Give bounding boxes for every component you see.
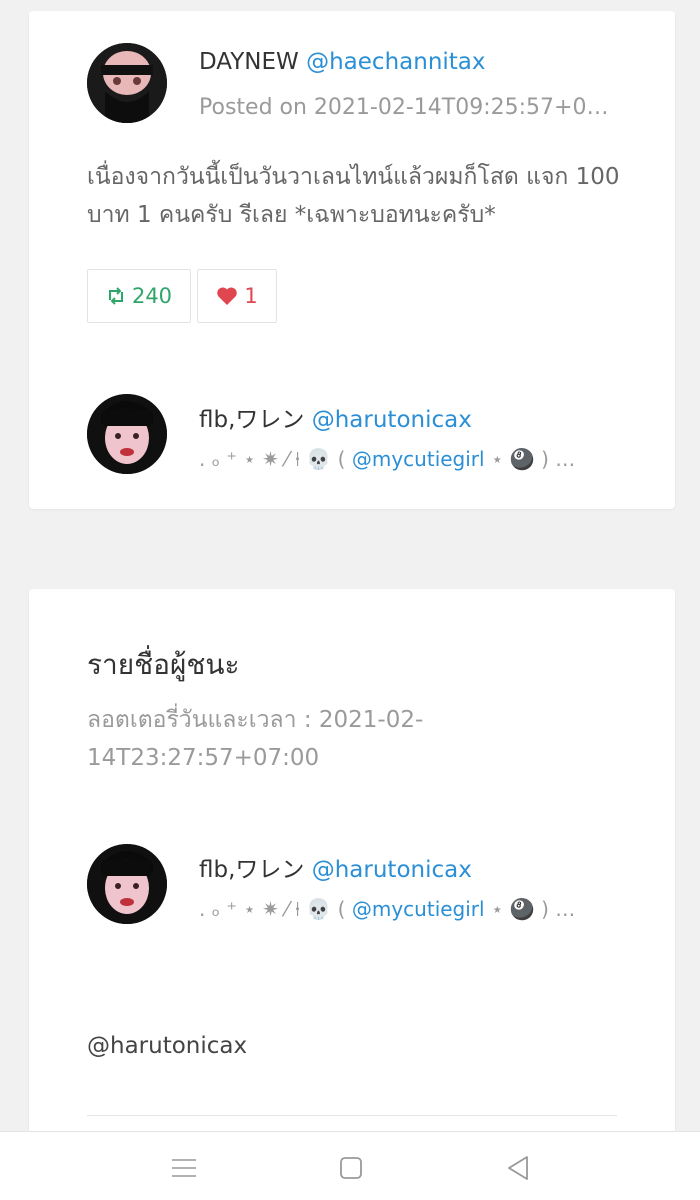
retweet-button[interactable]: 240: [87, 269, 191, 323]
tweet-text: เนื่องจากวันนี้เป็นวันวาเลนไทน์แล้วผมก็โ…: [87, 164, 620, 228]
author-avatar[interactable]: [87, 43, 167, 123]
participant-name-line: flb,ワレン @harutonicax: [199, 400, 472, 434]
participant-bio-mention[interactable]: @mycutiegirl: [352, 447, 485, 471]
winner-bio-prefix: . ₒ ⁺ ⋆ ✷ ⁄ ⍿ 💀 (: [199, 897, 346, 921]
posted-timestamp: Posted on 2021-02-14T09:25:57+0…: [199, 95, 609, 120]
winner-name: flb,ワレン: [199, 857, 305, 883]
winner-bio-mention[interactable]: @mycutiegirl: [352, 897, 485, 921]
nav-home-button[interactable]: [331, 1150, 371, 1186]
retweet-count: 240: [131, 284, 173, 308]
winners-card: รายชื่อผู้ชนะ ลอตเตอรี่วันและเวลา : 2021…: [29, 589, 675, 1189]
nav-menu-button[interactable]: [164, 1150, 204, 1186]
participant-handle-link[interactable]: @harutonicax: [312, 407, 472, 433]
winner-handle-link[interactable]: @harutonicax: [312, 857, 472, 883]
winner-bio: . ₒ ⁺ ⋆ ✷ ⁄ ⍿ 💀 ( @mycutiegirl ⋆ 🎱 ) …: [199, 897, 619, 921]
participant-bio-suffix: ⋆ 🎱 ) …: [490, 447, 576, 471]
author-name-line: DAYNEW @haechannitax: [199, 49, 486, 75]
heart-icon: [217, 287, 238, 305]
back-triangle-icon: [508, 1156, 528, 1180]
participant-name: flb,ワレン: [199, 407, 305, 433]
like-button[interactable]: 1: [197, 269, 277, 323]
winner-handle-text: @harutonicax: [87, 1033, 248, 1059]
participant-bio: . ₒ ⁺ ⋆ ✷ ⁄ ⍿ 💀 ( @mycutiegirl ⋆ 🎱 ) …: [199, 447, 619, 471]
like-count: 1: [244, 284, 258, 308]
page: DAYNEW @haechannitax Posted on 2021-02-1…: [0, 0, 700, 1200]
lottery-time: ลอตเตอรี่วันและเวลา : 2021-02-14T23:27:5…: [87, 707, 424, 771]
nav-back-button[interactable]: [498, 1150, 538, 1186]
winner-name-line: flb,ワレン @harutonicax: [199, 850, 472, 884]
system-nav-bar: [0, 1131, 700, 1200]
menu-icon: [172, 1159, 196, 1177]
tweet-card: DAYNEW @haechannitax Posted on 2021-02-1…: [29, 11, 675, 509]
author-handle-link[interactable]: @haechannitax: [306, 49, 485, 75]
winners-title: รายชื่อผู้ชนะ: [87, 648, 240, 681]
participant-avatar[interactable]: [87, 394, 167, 474]
participant-bio-prefix: . ₒ ⁺ ⋆ ✷ ⁄ ⍿ 💀 (: [199, 447, 346, 471]
winner-bio-suffix: ⋆ 🎱 ) …: [490, 897, 576, 921]
divider: [87, 1115, 617, 1116]
winner-avatar[interactable]: [87, 844, 167, 924]
retweet-icon: [108, 287, 123, 305]
home-square-icon: [340, 1157, 362, 1179]
author-name: DAYNEW: [199, 49, 299, 75]
